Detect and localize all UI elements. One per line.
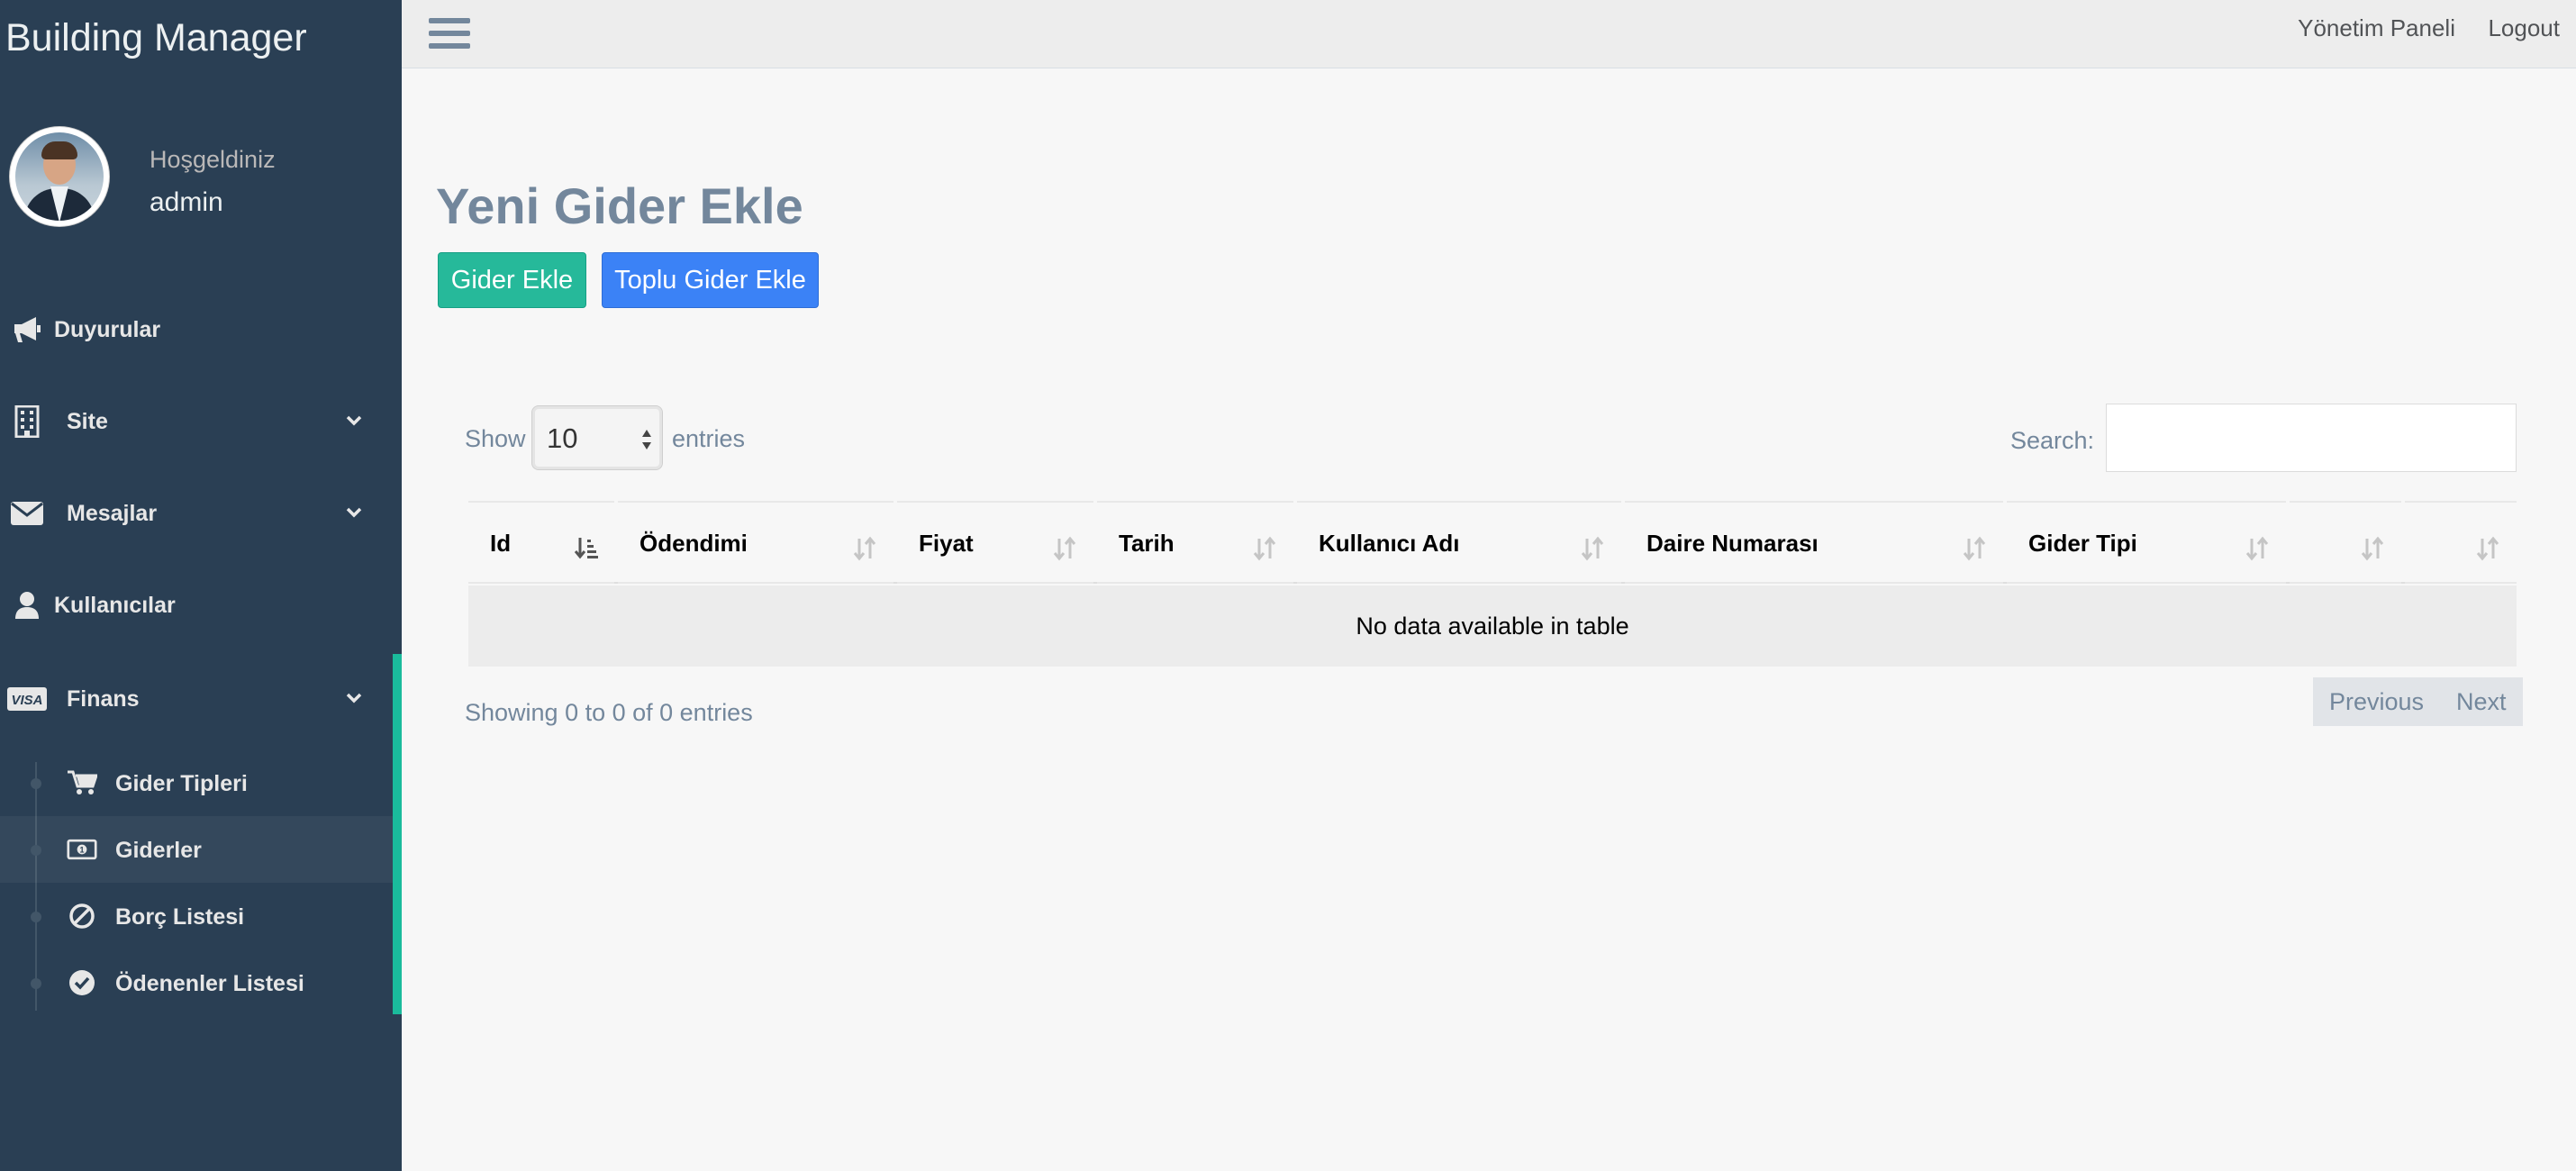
money-bill-icon: 1 [67, 836, 97, 863]
sort-both-icon [853, 536, 876, 561]
column-header-id[interactable]: Id [468, 501, 614, 584]
user-icon [0, 591, 54, 620]
topnav-link-yonetim-paneli[interactable]: Yönetim Paneli [2298, 14, 2455, 42]
show-label: Show [465, 425, 526, 452]
pagination: Previous Next [2313, 677, 2523, 726]
sort-both-icon [2245, 536, 2269, 561]
page-title: Yeni Gider Ekle [436, 177, 803, 234]
sidebar-subitem-borc-listesi[interactable]: Borç Listesi [0, 883, 393, 949]
sidebar-subitem-giderler[interactable]: 1 Giderler [0, 816, 393, 883]
ban-icon [67, 903, 97, 930]
column-label: Ödendimi [639, 530, 748, 557]
sidebar-item-finans[interactable]: VISA Finans [0, 654, 402, 744]
topnav-link-logout[interactable]: Logout [2488, 14, 2560, 42]
sidebar-subitem-gider-tipleri[interactable]: Gider Tipleri [0, 749, 393, 816]
column-label: Id [490, 530, 512, 557]
svg-text:1: 1 [80, 846, 85, 855]
sidebar-item-label: Kullanıcılar [54, 592, 176, 618]
sort-both-icon [2476, 536, 2499, 561]
chevron-down-icon [346, 507, 362, 518]
sidebar: Building Manager Hoşgeldiniz admin Duyur… [0, 0, 402, 1171]
entries-label: entries [672, 425, 746, 452]
chevron-down-icon [346, 415, 362, 426]
table-info: Showing 0 to 0 of 0 entries [465, 699, 753, 726]
table-empty-row: No data available in table [468, 586, 2517, 667]
visa-card-icon: VISA [0, 686, 54, 712]
building-icon [0, 405, 54, 438]
column-header-action-1[interactable] [2290, 501, 2401, 584]
shopping-cart-icon [67, 769, 97, 796]
column-header-fiyat[interactable]: Fiyat [897, 501, 1093, 584]
check-circle-icon [67, 969, 97, 996]
pagination-previous-button[interactable]: Previous [2313, 688, 2440, 716]
sort-both-icon [2361, 536, 2384, 561]
chevron-down-icon [346, 693, 362, 704]
welcome-text: Hoşgeldiniz [150, 146, 276, 173]
sidebar-item-label: Finans [67, 685, 140, 712]
sidebar-item-kullanicilar[interactable]: Kullanıcılar [0, 560, 402, 650]
sidebar-subitem-label: Giderler [115, 838, 202, 863]
sort-both-icon [1963, 536, 1986, 561]
entries-per-page-value: 10 [547, 422, 578, 454]
profile-username: admin [150, 187, 223, 217]
column-header-kullanici-adi[interactable]: Kullanıcı Adı [1297, 501, 1621, 584]
column-header-daire-numarasi[interactable]: Daire Numarası [1625, 501, 2003, 584]
search-label: Search: [2010, 427, 2095, 454]
column-label: Daire Numarası [1646, 530, 1819, 557]
sidebar-item-label: Duyurular [54, 316, 161, 342]
sidebar-item-duyurular[interactable]: Duyurular [0, 285, 402, 375]
column-header-action-2[interactable] [2405, 501, 2517, 584]
column-label: Fiyat [919, 530, 974, 557]
column-label: Tarih [1119, 530, 1175, 557]
sidebar-item-site[interactable]: Site [0, 377, 402, 467]
pagination-next-button[interactable]: Next [2440, 688, 2523, 716]
svg-text:VISA: VISA [11, 693, 42, 708]
add-expense-button[interactable]: Gider Ekle [438, 252, 586, 308]
sort-both-icon [1253, 536, 1276, 561]
entries-per-page-select[interactable]: 10 [531, 405, 663, 470]
column-header-odendimi[interactable]: Ödendimi [618, 501, 893, 584]
top-navbar: Yönetim Paneli Logout [402, 0, 2576, 68]
sort-both-icon [1581, 536, 1604, 561]
sidebar-subitem-label: Gider Tipleri [115, 771, 248, 796]
sidebar-item-label: Mesajlar [67, 500, 158, 526]
sort-asc-icon [574, 538, 598, 559]
sidebar-item-mesajlar[interactable]: Mesajlar [0, 468, 402, 558]
avatar [9, 126, 110, 227]
select-arrows-icon [642, 430, 651, 449]
search-input[interactable] [2106, 404, 2517, 472]
sidebar-item-label: Site [67, 408, 108, 434]
column-label: Gider Tipi [2028, 530, 2137, 557]
bulk-add-expense-button[interactable]: Toplu Gider Ekle [602, 252, 819, 308]
column-label: Kullanıcı Adı [1319, 530, 1460, 557]
column-header-tarih[interactable]: Tarih [1097, 501, 1293, 584]
envelope-icon [0, 501, 54, 526]
hamburger-menu-icon[interactable] [429, 18, 470, 54]
brand-title[interactable]: Building Manager [5, 16, 307, 60]
sidebar-subitem-odenenler-listesi[interactable]: Ödenenler Listesi [0, 949, 393, 1016]
column-header-gider-tipi[interactable]: Gider Tipi [2007, 501, 2286, 584]
table-header: Id Ödendimi Fiyat Tarih Kullanıcı Adı Da… [468, 501, 2517, 584]
sidebar-subitem-label: Borç Listesi [115, 904, 245, 930]
bullhorn-icon [0, 315, 54, 344]
sort-both-icon [1053, 536, 1076, 561]
sidebar-subitem-label: Ödenenler Listesi [115, 971, 304, 996]
